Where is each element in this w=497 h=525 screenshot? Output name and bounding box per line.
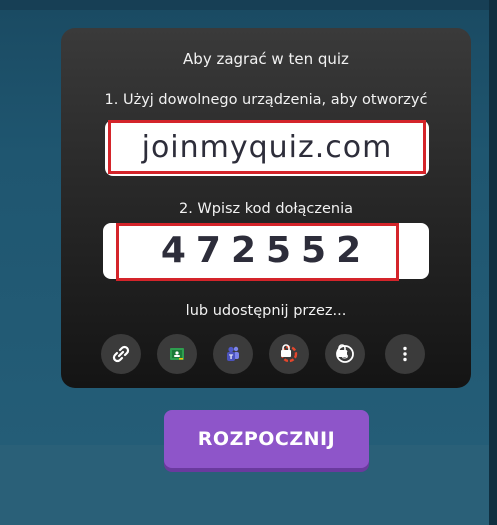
code-highlight-frame	[116, 223, 399, 281]
share-schoology-button[interactable]: S	[325, 334, 365, 374]
start-button[interactable]: ROZPOCZNIJ	[164, 410, 369, 468]
more-options-icon	[403, 346, 407, 362]
share-label: lub udostępnij przez...	[185, 303, 347, 319]
share-link-button[interactable]	[101, 334, 141, 374]
share-google-classroom-button[interactable]	[157, 334, 197, 374]
share-teams-button[interactable]: T	[213, 334, 253, 374]
share-more-button[interactable]	[385, 334, 425, 374]
join-quiz-card: Aby zagrać w ten quiz 1. Użyj dowolnego …	[61, 28, 471, 388]
url-highlight-frame	[108, 120, 426, 174]
scrollbar-strip	[489, 0, 497, 525]
background-top-band	[0, 0, 497, 10]
share-remind-button[interactable]	[269, 334, 309, 374]
step-two-label: 2. Wpisz kod dołączenia	[178, 201, 354, 217]
microsoft-teams-icon: T	[227, 346, 239, 361]
card-title: Aby zagrać w ten quiz	[183, 50, 349, 68]
link-icon	[112, 345, 130, 363]
google-classroom-icon	[170, 348, 184, 360]
lock-icon	[281, 344, 291, 357]
lock-icon	[337, 344, 347, 357]
share-options: T S	[101, 334, 425, 376]
step-one-label: 1. Użyj dowolnego urządzenia, aby otworz…	[104, 92, 428, 108]
